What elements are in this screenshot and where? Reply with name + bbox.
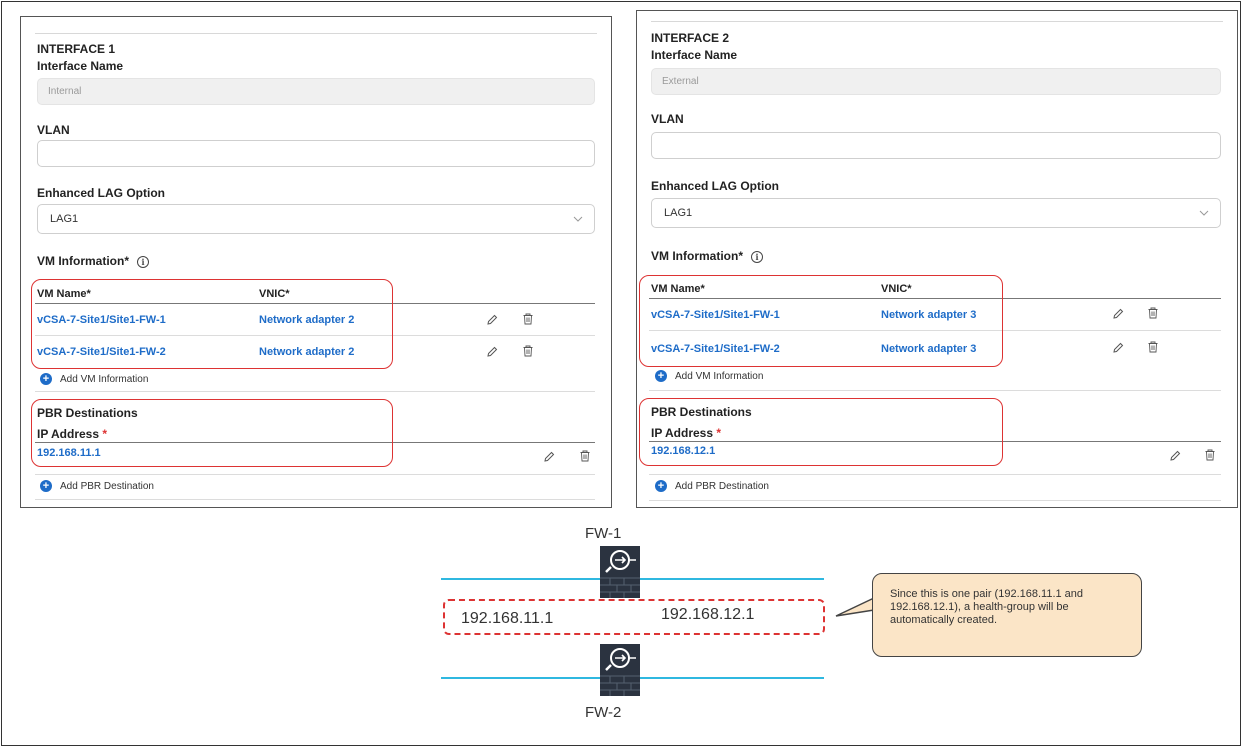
lag-select-value: LAG1 [664, 207, 693, 219]
firewall-icon [600, 546, 640, 598]
interface-name-label: Interface Name [37, 59, 124, 73]
ip-right-label: 192.168.12.1 [661, 606, 755, 623]
section-divider [35, 391, 595, 392]
ip-left-label: 192.168.11.1 [461, 610, 554, 627]
firewall-icon [600, 644, 640, 696]
vlan-input[interactable] [651, 132, 1221, 159]
add-vm-information-button[interactable]: + Add VM Information [40, 373, 148, 385]
divider [651, 21, 1223, 22]
interface-heading: INTERFACE 1 [37, 42, 116, 56]
info-icon[interactable]: i [751, 250, 763, 263]
pencil-icon[interactable] [1168, 449, 1182, 463]
vm-highlight-box [31, 279, 393, 369]
plus-circle-icon: + [40, 373, 52, 385]
interface-heading: INTERFACE 2 [651, 31, 730, 45]
vm-information-text: VM Information* [651, 249, 743, 263]
vm-information-label: VM Information* i [651, 249, 763, 263]
pencil-icon[interactable] [542, 450, 556, 464]
pencil-icon[interactable] [1111, 307, 1125, 321]
info-icon[interactable]: i [137, 255, 149, 268]
row-divider [649, 474, 1221, 475]
divider [35, 33, 597, 34]
add-vm-information-label: Add VM Information [675, 370, 764, 382]
plus-circle-icon: + [40, 480, 52, 492]
pbr-highlight-box [639, 398, 1003, 466]
vlan-label: VLAN [651, 112, 684, 126]
trash-icon[interactable] [521, 344, 535, 358]
row-divider [35, 474, 595, 475]
vm-information-label: VM Information* i [37, 254, 149, 268]
add-pbr-destination-label: Add PBR Destination [60, 480, 154, 492]
add-vm-information-button[interactable]: + Add VM Information [655, 370, 763, 382]
lag-select[interactable]: LAG1 [651, 198, 1221, 228]
plus-circle-icon: + [655, 480, 667, 492]
lag-label: Enhanced LAG Option [651, 179, 779, 193]
vm-information-text: VM Information* [37, 254, 129, 268]
callout-pointer [835, 597, 875, 617]
trash-icon[interactable] [578, 449, 592, 463]
lag-select[interactable]: LAG1 [37, 204, 595, 234]
pencil-icon[interactable] [1111, 341, 1125, 355]
vlan-input[interactable] [37, 140, 595, 167]
add-pbr-destination-label: Add PBR Destination [675, 480, 769, 492]
pencil-icon[interactable] [485, 313, 499, 327]
pencil-icon[interactable] [485, 345, 499, 359]
plus-circle-icon: + [655, 370, 667, 382]
chevron-down-icon [573, 216, 583, 222]
trash-icon[interactable] [521, 312, 535, 326]
section-divider [649, 500, 1221, 501]
lag-label: Enhanced LAG Option [37, 186, 165, 200]
chevron-down-icon [1199, 210, 1209, 216]
add-vm-information-label: Add VM Information [60, 373, 149, 385]
fw-2-label: FW-2 [585, 704, 622, 721]
health-group-callout: Since this is one pair (192.168.11.1 and… [872, 573, 1142, 657]
fw-1-label: FW-1 [585, 525, 622, 542]
section-divider [649, 390, 1221, 391]
vm-highlight-box [639, 275, 1003, 367]
trash-icon[interactable] [1146, 306, 1160, 320]
interface-name-field[interactable]: Internal [37, 78, 595, 105]
vlan-label: VLAN [37, 123, 70, 137]
trash-icon[interactable] [1203, 448, 1217, 462]
interface-name-field[interactable]: External [651, 68, 1221, 95]
add-pbr-destination-button[interactable]: + Add PBR Destination [655, 480, 769, 492]
pbr-highlight-box [31, 399, 393, 467]
lag-select-value: LAG1 [50, 213, 79, 225]
interface-name-label: Interface Name [651, 48, 738, 62]
trash-icon[interactable] [1146, 340, 1160, 354]
section-divider [35, 499, 595, 500]
interface-2-panel: INTERFACE 2 Interface Name External VLAN… [636, 10, 1238, 508]
add-pbr-destination-button[interactable]: + Add PBR Destination [40, 480, 154, 492]
interface-1-panel: INTERFACE 1 Interface Name Internal VLAN… [20, 16, 612, 508]
